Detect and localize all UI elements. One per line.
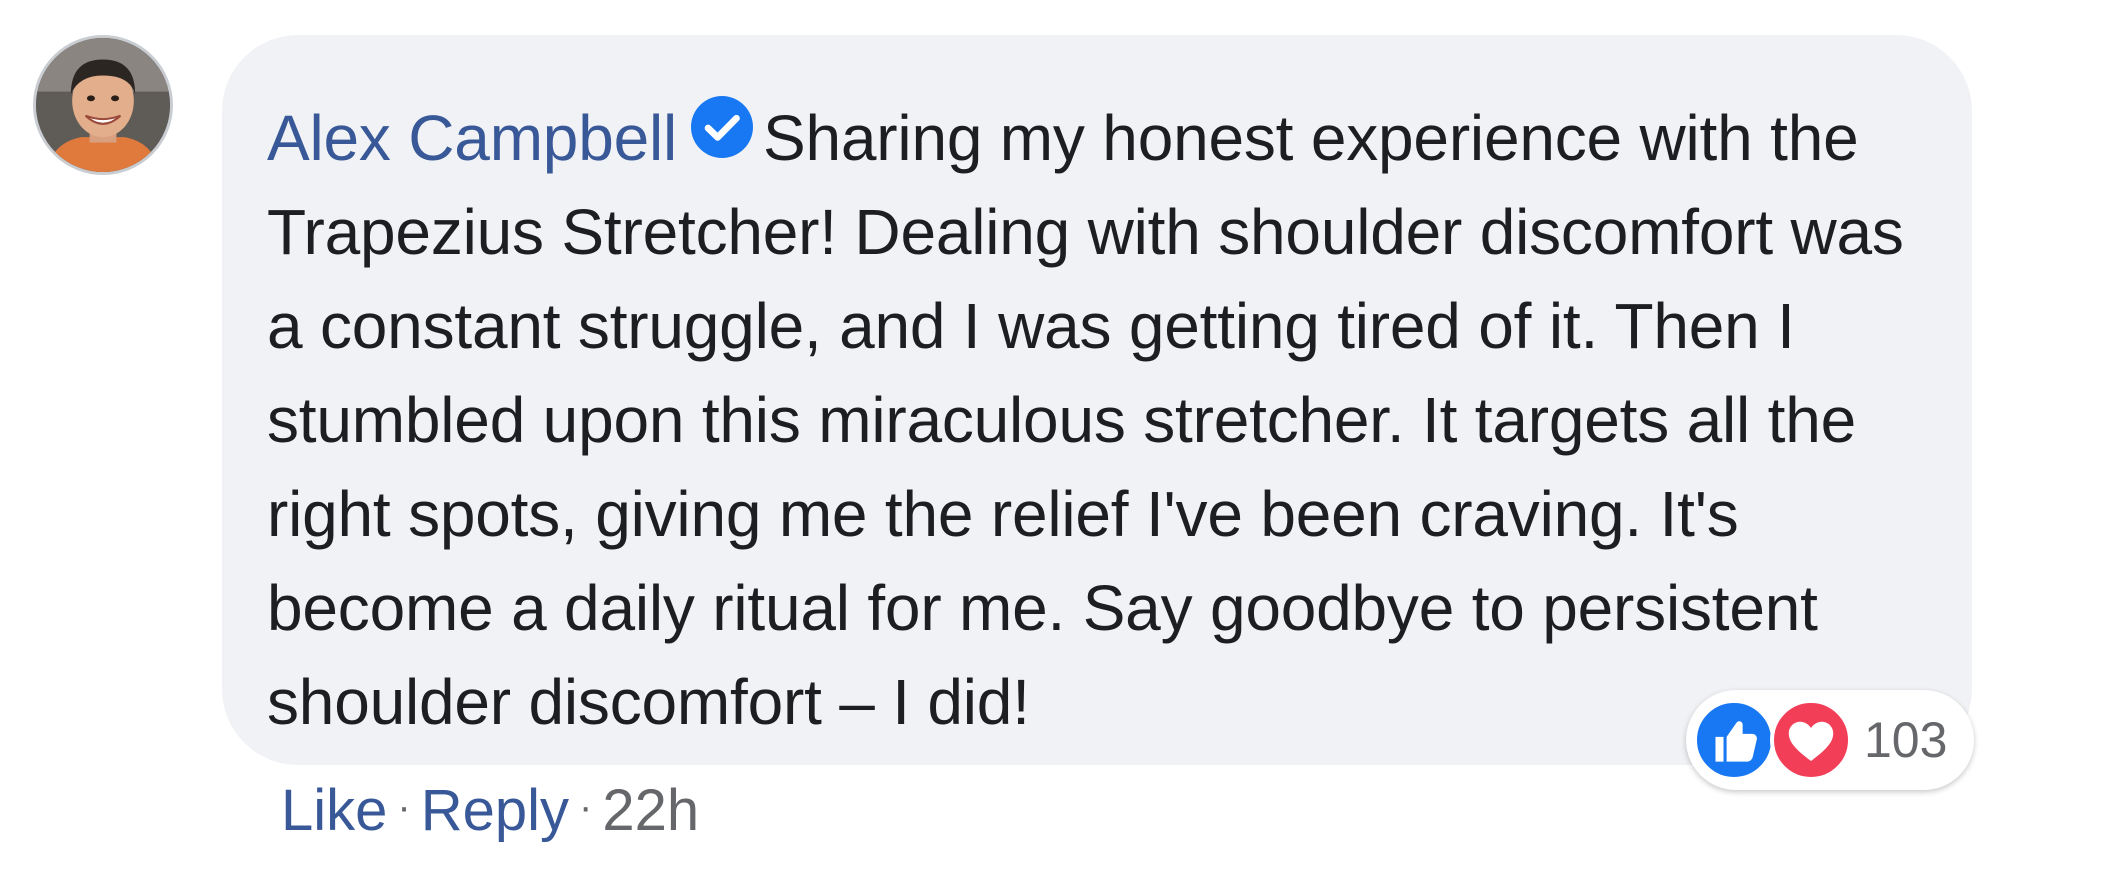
comment-body: Alex Campbell Sharing my honest experienc… — [267, 91, 1932, 749]
comment-text: Sharing my honest experience with the Tr… — [267, 102, 1904, 738]
like-button[interactable]: Like — [281, 778, 387, 843]
verified-badge-icon — [691, 96, 754, 158]
comment-bubble: Alex Campbell Sharing my honest experienc… — [222, 35, 1972, 765]
separator-dot: · — [397, 785, 411, 829]
author-name[interactable]: Alex Campbell — [267, 102, 677, 174]
comment-timestamp[interactable]: 22h — [602, 778, 699, 843]
reactions-summary[interactable]: 103 — [1686, 690, 1974, 790]
separator-dot: · — [579, 785, 593, 829]
love-reaction-icon — [1770, 699, 1852, 781]
comment-actions: Like · Reply · 22h — [281, 772, 699, 846]
like-reaction-icon — [1693, 699, 1775, 781]
reaction-count: 103 — [1864, 712, 1948, 768]
avatar[interactable] — [33, 35, 173, 175]
reply-button[interactable]: Reply — [421, 778, 569, 843]
profile-photo — [36, 38, 170, 172]
